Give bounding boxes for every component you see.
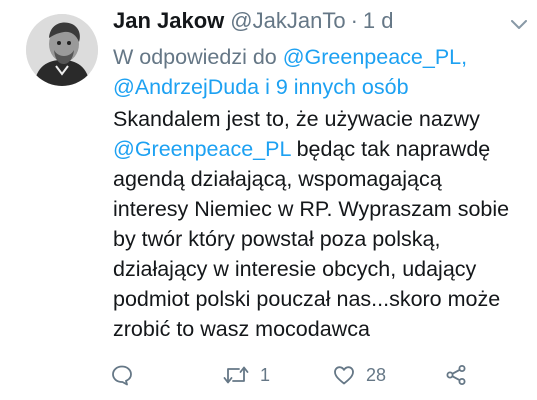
tweet-text-line: agendą działającą, wspomagającą [113,167,442,191]
tweet-mention-greenpeace[interactable]: @Greenpeace_PL [113,137,291,161]
like-button[interactable]: 28 [332,360,386,390]
share-icon [446,365,466,385]
avatar-portrait-icon [26,14,98,86]
reply-button[interactable] [110,360,144,390]
chevron-down-icon [511,20,527,29]
tweet-text-line: działający w interesie obcych, udający [113,257,477,281]
retweet-button[interactable]: 1 [222,360,270,390]
share-button[interactable] [444,360,468,390]
retweet-icon [223,366,249,384]
author-handle[interactable]: @JakJanTo [230,8,345,34]
reply-mention-others[interactable]: @AndrzejDuda i 9 innych osób [113,75,409,99]
reply-mention-greenpeace[interactable]: @Greenpeace_PL, [283,45,467,69]
tweet-content: Jan Jakow @JakJanTo · 1 d W odpowiedzi d… [113,8,528,344]
reply-context: W odpowiedzi do @Greenpeace_PL, @Andrzej… [113,42,528,102]
heart-icon [334,366,354,385]
tweet-text-line: by twór który powstał poza polską, [113,227,441,251]
retweet-count: 1 [260,364,271,385]
tweet-time[interactable]: 1 d [363,8,394,34]
tweet-text: Skandalem jest to, że używacie nazwy @Gr… [113,104,528,344]
reply-prefix: W odpowiedzi do [113,45,277,69]
tweet-header: Jan Jakow @JakJanTo · 1 d [113,8,528,42]
tweet-text-line: będąc tak naprawdę [290,137,491,161]
tweet-text-line: Skandalem jest to, że używacie nazwy [113,107,480,131]
tweet-text-line: interesy Niemiec w RP. Wypraszam sobie [113,197,510,221]
like-count: 28 [366,364,387,385]
author-name[interactable]: Jan Jakow [113,8,224,34]
tweet-menu-button[interactable] [508,14,530,36]
comment-icon [112,365,132,386]
tweet-actions: 1 28 [110,360,480,390]
separator-dot: · [350,8,358,33]
tweet-text-line: zrobić to wasz mocodawca [113,317,370,341]
avatar[interactable] [26,14,98,86]
tweet-text-line: podmiot polski pouczał nas...skoro może [113,287,501,311]
